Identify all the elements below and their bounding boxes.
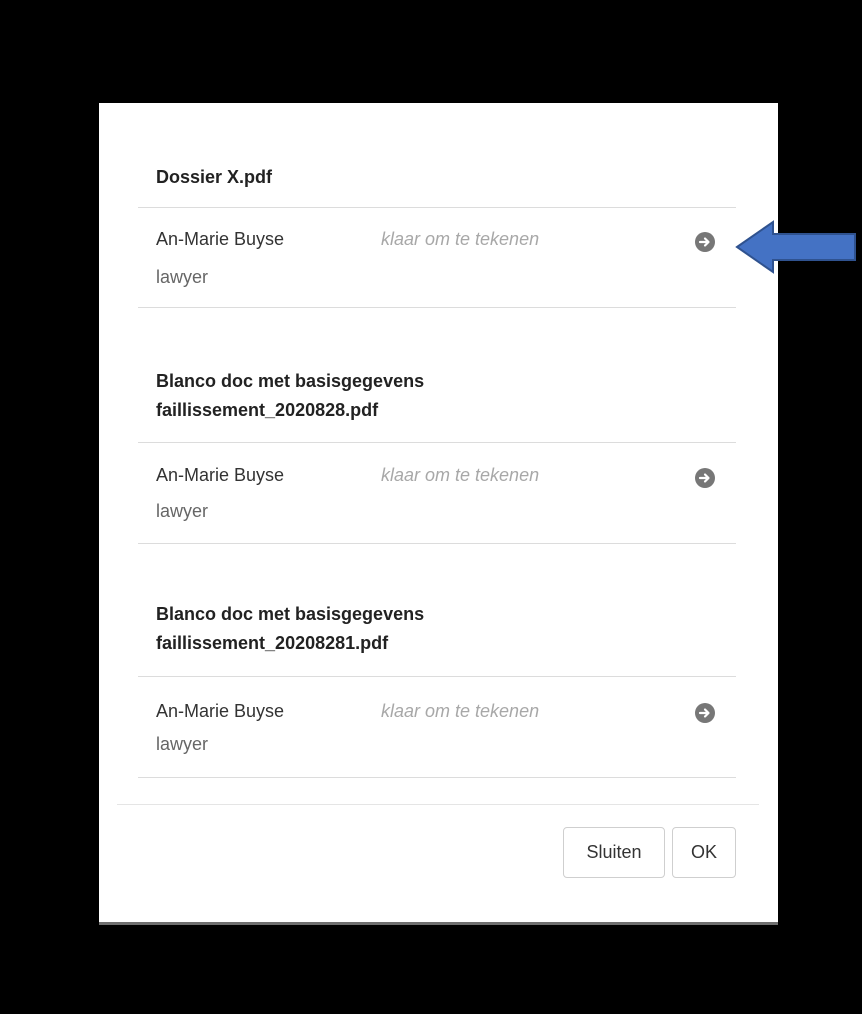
sign-arrow-icon[interactable] [695,468,715,488]
signer-row: An-Marie Buyse klaar om te tekenen lawye… [138,443,736,543]
close-button[interactable]: Sluiten [563,827,665,878]
sign-arrow-icon[interactable] [695,232,715,252]
signer-name: An-Marie Buyse [156,229,285,249]
divider [138,307,736,308]
signer-status: klaar om te tekenen [381,465,540,485]
document-title-line: Blanco doc met basisgegevens [156,604,425,624]
document-title: Blanco doc met basisgegevens faillisseme… [138,367,736,425]
signer-name: An-Marie Buyse [156,701,285,721]
document-title-line: Dossier X.pdf [156,167,273,187]
signer-role: lawyer [156,734,209,754]
signer-name: An-Marie Buyse [156,465,285,485]
signer-row: An-Marie Buyse klaar om te tekenen lawye… [138,677,736,777]
signer-status: klaar om te tekenen [381,229,540,249]
sign-arrow-icon[interactable] [695,703,715,723]
signer-status: klaar om te tekenen [381,701,540,721]
divider [138,777,736,778]
signer-role: lawyer [156,267,209,287]
document-title-line: faillissement_2020828.pdf [156,400,379,420]
document-title-line: Blanco doc met basisgegevens [156,371,425,391]
divider [138,543,736,544]
document-title: Dossier X.pdf [138,163,736,192]
signer-row: An-Marie Buyse klaar om te tekenen lawye… [138,208,736,308]
signing-dialog: Dossier X.pdf An-Marie Buyse klaar om te… [99,103,778,925]
footer-divider [117,804,759,805]
signer-role: lawyer [156,501,209,521]
ok-button[interactable]: OK [672,827,736,878]
document-title: Blanco doc met basisgegevens faillisseme… [138,600,736,658]
blue-arrow-pointer-icon [735,220,856,274]
document-title-line: faillissement_20208281.pdf [156,633,389,653]
